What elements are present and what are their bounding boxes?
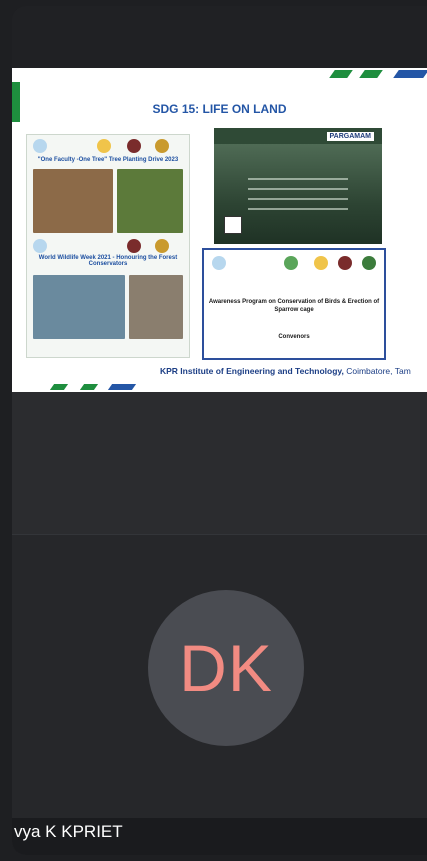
bird-program-title: Awareness Program on Conservation of Bir… (208, 299, 380, 313)
qr-code (224, 216, 242, 234)
institute-location: Coimbatore, Tam (343, 366, 411, 376)
pargamam-poster: PARGAMAM (214, 128, 382, 244)
institute-name: KPR Institute of Engineering and Technol… (160, 366, 344, 376)
bird-program-convenors: Convenors (278, 334, 310, 340)
bird-awareness-poster: Awareness Program on Conservation of Bir… (202, 248, 386, 360)
tree-planting-poster: "One Faculty -One Tree" Tree Planting Dr… (26, 134, 190, 358)
participant-name: vya K KPRIET (14, 822, 123, 841)
tree-drive-caption: "One Faculty -One Tree" Tree Planting Dr… (37, 157, 179, 163)
wildlife-week-caption: World Wildlife Week 2021 - Honouring the… (38, 255, 178, 267)
slide-footer: KPR Institute of Engineering and Technol… (160, 366, 411, 376)
slide-title: SDG 15: LIFE ON LAND (152, 102, 287, 116)
participant-avatar: DK (148, 590, 304, 746)
shared-slide: SDG 15: LIFE ON LAND "One Faculty -One T… (12, 68, 427, 392)
slide-top-stripe (12, 68, 427, 82)
slide-bottom-stripe (12, 382, 427, 392)
pargamam-logo: PARGAMAM (326, 132, 374, 141)
screen-share-area: SDG 15: LIFE ON LAND "One Faculty -One T… (12, 6, 427, 392)
